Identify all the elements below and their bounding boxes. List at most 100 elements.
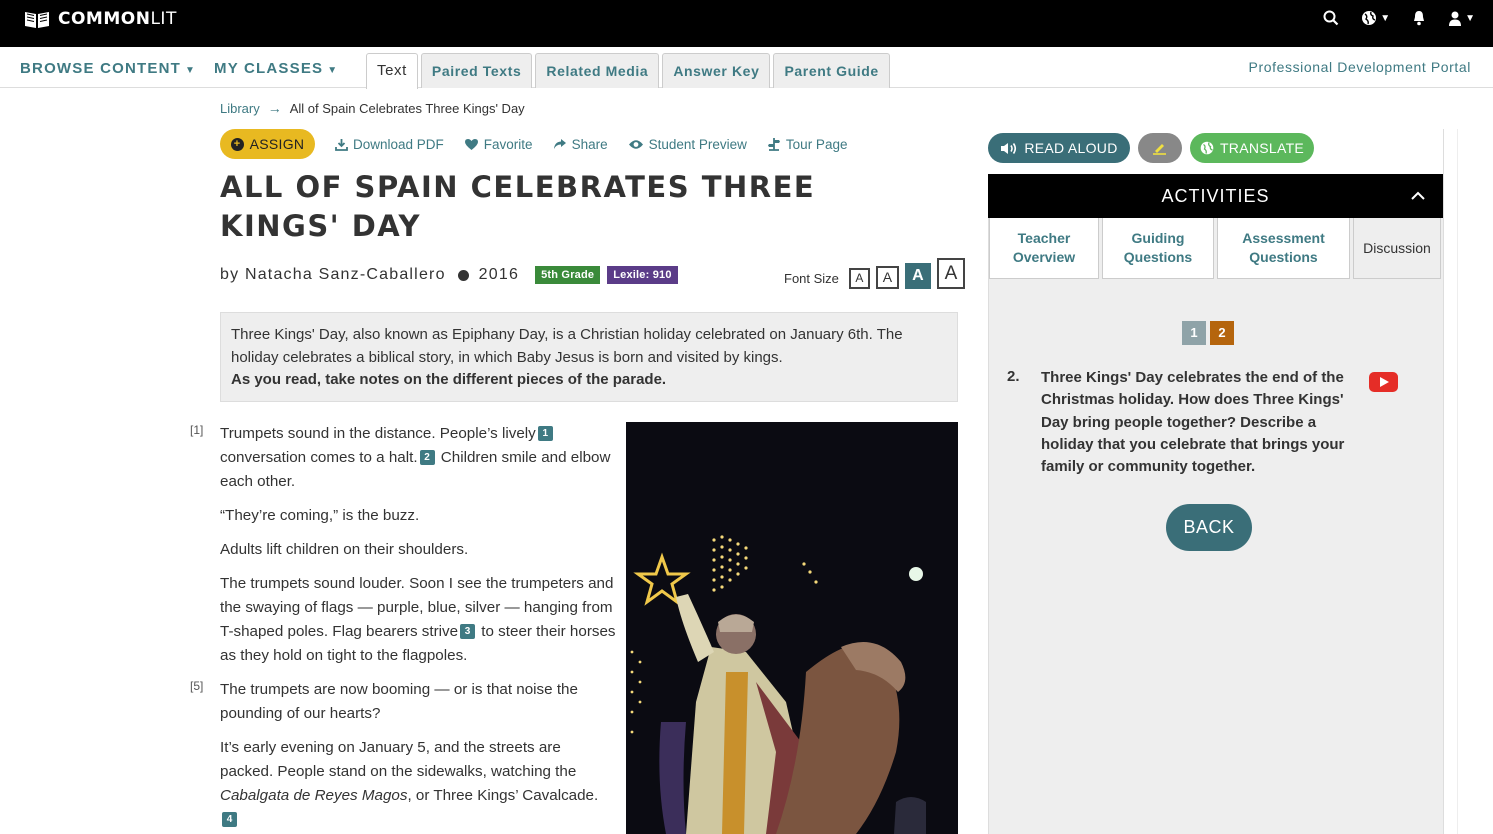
activity-tabs: Teacher Overview Guiding Questions Asses… bbox=[989, 218, 1441, 279]
tab-paired-texts[interactable]: Paired Texts bbox=[420, 53, 533, 88]
tab-related-media[interactable]: Related Media bbox=[535, 53, 660, 88]
tab-teacher-overview[interactable]: Teacher Overview bbox=[989, 218, 1099, 279]
scrollbar[interactable] bbox=[1443, 129, 1458, 834]
globe-icon[interactable]: ▼ bbox=[1361, 10, 1390, 26]
logo-text: COMMONLIT bbox=[58, 9, 177, 29]
breadcrumb: Library → All of Spain Celebrates Three … bbox=[220, 100, 525, 116]
story-text-span: Trumpets sound in the distance. People’s… bbox=[220, 425, 536, 442]
pd-portal-link[interactable]: Professional Development Portal bbox=[1249, 59, 1471, 75]
share-label: Share bbox=[571, 136, 608, 152]
footnote-marker[interactable]: 4 bbox=[222, 812, 237, 828]
font-size-medium-button[interactable]: A bbox=[875, 266, 899, 289]
caret-down-icon: ▼ bbox=[184, 65, 197, 76]
reading-tools: READ ALOUD TRANSLATE bbox=[988, 133, 1314, 163]
story-text: Trumpets sound in the distance. People’s… bbox=[220, 422, 620, 834]
assign-button[interactable]: + ASSIGN bbox=[220, 129, 315, 159]
tour-page-label: Tour Page bbox=[785, 136, 848, 152]
assign-label: ASSIGN bbox=[249, 136, 305, 152]
intro-instruction: As you read, take notes on the different… bbox=[231, 371, 667, 388]
download-pdf-button[interactable]: Download PDF bbox=[335, 137, 444, 152]
eye-icon bbox=[628, 139, 643, 149]
grade-badge: 5th Grade bbox=[535, 266, 601, 284]
chevron-down-icon: ▼ bbox=[1465, 12, 1475, 24]
download-icon bbox=[335, 138, 348, 151]
font-size-control: Font Size A A A A bbox=[784, 258, 965, 289]
discussion-question: Three Kings' Day celebrates the end of t… bbox=[1041, 369, 1345, 476]
action-bar: + ASSIGN Download PDF Favorite Share Stu… bbox=[220, 129, 847, 159]
back-button[interactable]: BACK bbox=[1166, 504, 1252, 551]
activities-title: ACTIVITIES bbox=[1161, 186, 1270, 206]
parade-photo bbox=[626, 422, 958, 834]
browse-content-menu[interactable]: BROWSE CONTENT ▼ bbox=[20, 60, 196, 77]
student-preview-label: Student Preview bbox=[648, 136, 747, 152]
paragraph-number: [5] bbox=[190, 679, 204, 693]
page-button[interactable]: 2 bbox=[1210, 321, 1234, 345]
bell-icon[interactable] bbox=[1412, 10, 1426, 26]
my-classes-menu[interactable]: MY CLASSES ▼ bbox=[214, 60, 338, 77]
tour-page-button[interactable]: Tour Page bbox=[767, 136, 848, 152]
font-size-large-button[interactable]: A bbox=[904, 263, 931, 289]
story-paragraph: It’s early evening on January 5, and the… bbox=[220, 736, 612, 832]
author: by Natacha Sanz-Caballero bbox=[220, 266, 446, 283]
footnote-marker[interactable]: 1 bbox=[537, 426, 553, 442]
user-icon[interactable]: ▼ bbox=[1448, 11, 1475, 26]
question-pagination: 1 2 bbox=[1182, 321, 1234, 345]
read-aloud-button[interactable]: READ ALOUD bbox=[988, 133, 1130, 163]
tab-guiding-questions[interactable]: Guiding Questions bbox=[1102, 218, 1214, 279]
activities-header[interactable]: ACTIVITIES bbox=[988, 174, 1443, 218]
bullet-dot bbox=[457, 269, 469, 281]
student-preview-button[interactable]: Student Preview bbox=[628, 137, 747, 152]
lexile-badge: Lexile: 910 bbox=[607, 266, 678, 284]
story-paragraph: Adults lift children on their shoulders. bbox=[220, 541, 469, 558]
search-icon[interactable] bbox=[1323, 10, 1339, 26]
font-size-small-button[interactable]: A bbox=[848, 268, 870, 289]
commonlit-logo[interactable]: COMMONLIT bbox=[24, 9, 177, 29]
plus-circle-icon: + bbox=[230, 137, 244, 151]
youtube-icon[interactable] bbox=[1369, 372, 1398, 392]
font-size-label: Font Size bbox=[784, 271, 839, 286]
text-tabs: Text Paired Texts Related Media Answer K… bbox=[366, 53, 890, 89]
story-text-span: It’s early evening on January 5, and the… bbox=[220, 739, 577, 780]
share-button[interactable]: Share bbox=[553, 137, 608, 152]
download-label: Download PDF bbox=[353, 136, 444, 152]
footnote-marker[interactable]: 3 bbox=[460, 624, 476, 640]
tab-answer-key[interactable]: Answer Key bbox=[662, 53, 771, 88]
story-italic-text: Cabalgata de Reyes Magos bbox=[220, 787, 408, 804]
globe-icon bbox=[1200, 141, 1214, 155]
byline: by Natacha Sanz-Caballero 2016 5th Grade… bbox=[220, 266, 678, 284]
breadcrumb-library[interactable]: Library bbox=[220, 101, 260, 116]
story-paragraph: The trumpets are now booming — or is tha… bbox=[220, 681, 578, 722]
chevron-down-icon: ▼ bbox=[1380, 12, 1391, 24]
tab-text[interactable]: Text bbox=[366, 53, 418, 89]
translate-button[interactable]: TRANSLATE bbox=[1190, 133, 1314, 163]
chevron-up-icon bbox=[1411, 174, 1425, 218]
top-bar: COMMONLIT ▼ ▼ bbox=[0, 0, 1493, 47]
year: 2016 bbox=[478, 266, 520, 283]
footnote-marker[interactable]: 2 bbox=[419, 450, 435, 466]
activities-panel: Teacher Overview Guiding Questions Asses… bbox=[988, 218, 1443, 834]
favorite-button[interactable]: Favorite bbox=[464, 137, 533, 152]
signpost-icon bbox=[767, 138, 780, 151]
breadcrumb-current: All of Spain Celebrates Three Kings' Day bbox=[289, 100, 525, 116]
page-button[interactable]: 1 bbox=[1182, 321, 1206, 345]
story-paragraph: “They’re coming,” is the buzz. bbox=[220, 507, 420, 524]
paragraph-number: [1] bbox=[190, 423, 204, 437]
highlighter-button[interactable] bbox=[1138, 133, 1182, 163]
caret-down-icon: ▼ bbox=[327, 65, 339, 76]
question-number: 2. bbox=[1007, 368, 1020, 385]
intro-text: Three Kings' Day, also known as Epiphany… bbox=[231, 326, 903, 366]
book-icon bbox=[25, 12, 49, 28]
translate-label: TRANSLATE bbox=[1219, 140, 1305, 156]
favorite-icon bbox=[464, 138, 478, 150]
tab-parent-guide[interactable]: Parent Guide bbox=[773, 53, 890, 88]
tab-discussion[interactable]: Discussion bbox=[1353, 218, 1441, 279]
tab-assessment-questions[interactable]: Assessment Questions bbox=[1217, 218, 1350, 279]
story-text-span: conversation comes to a halt. bbox=[220, 449, 418, 466]
favorite-label: Favorite bbox=[483, 136, 533, 152]
story-paragraph: Trumpets sound in the distance. People’s… bbox=[220, 422, 620, 494]
story-text-span: , or Three Kings’ Cavalcade. bbox=[407, 787, 599, 804]
arrow-right-icon: → bbox=[267, 100, 282, 116]
read-aloud-label: READ ALOUD bbox=[1024, 140, 1118, 156]
highlighter-icon bbox=[1153, 144, 1166, 155]
font-size-xlarge-button[interactable]: A bbox=[936, 258, 965, 289]
